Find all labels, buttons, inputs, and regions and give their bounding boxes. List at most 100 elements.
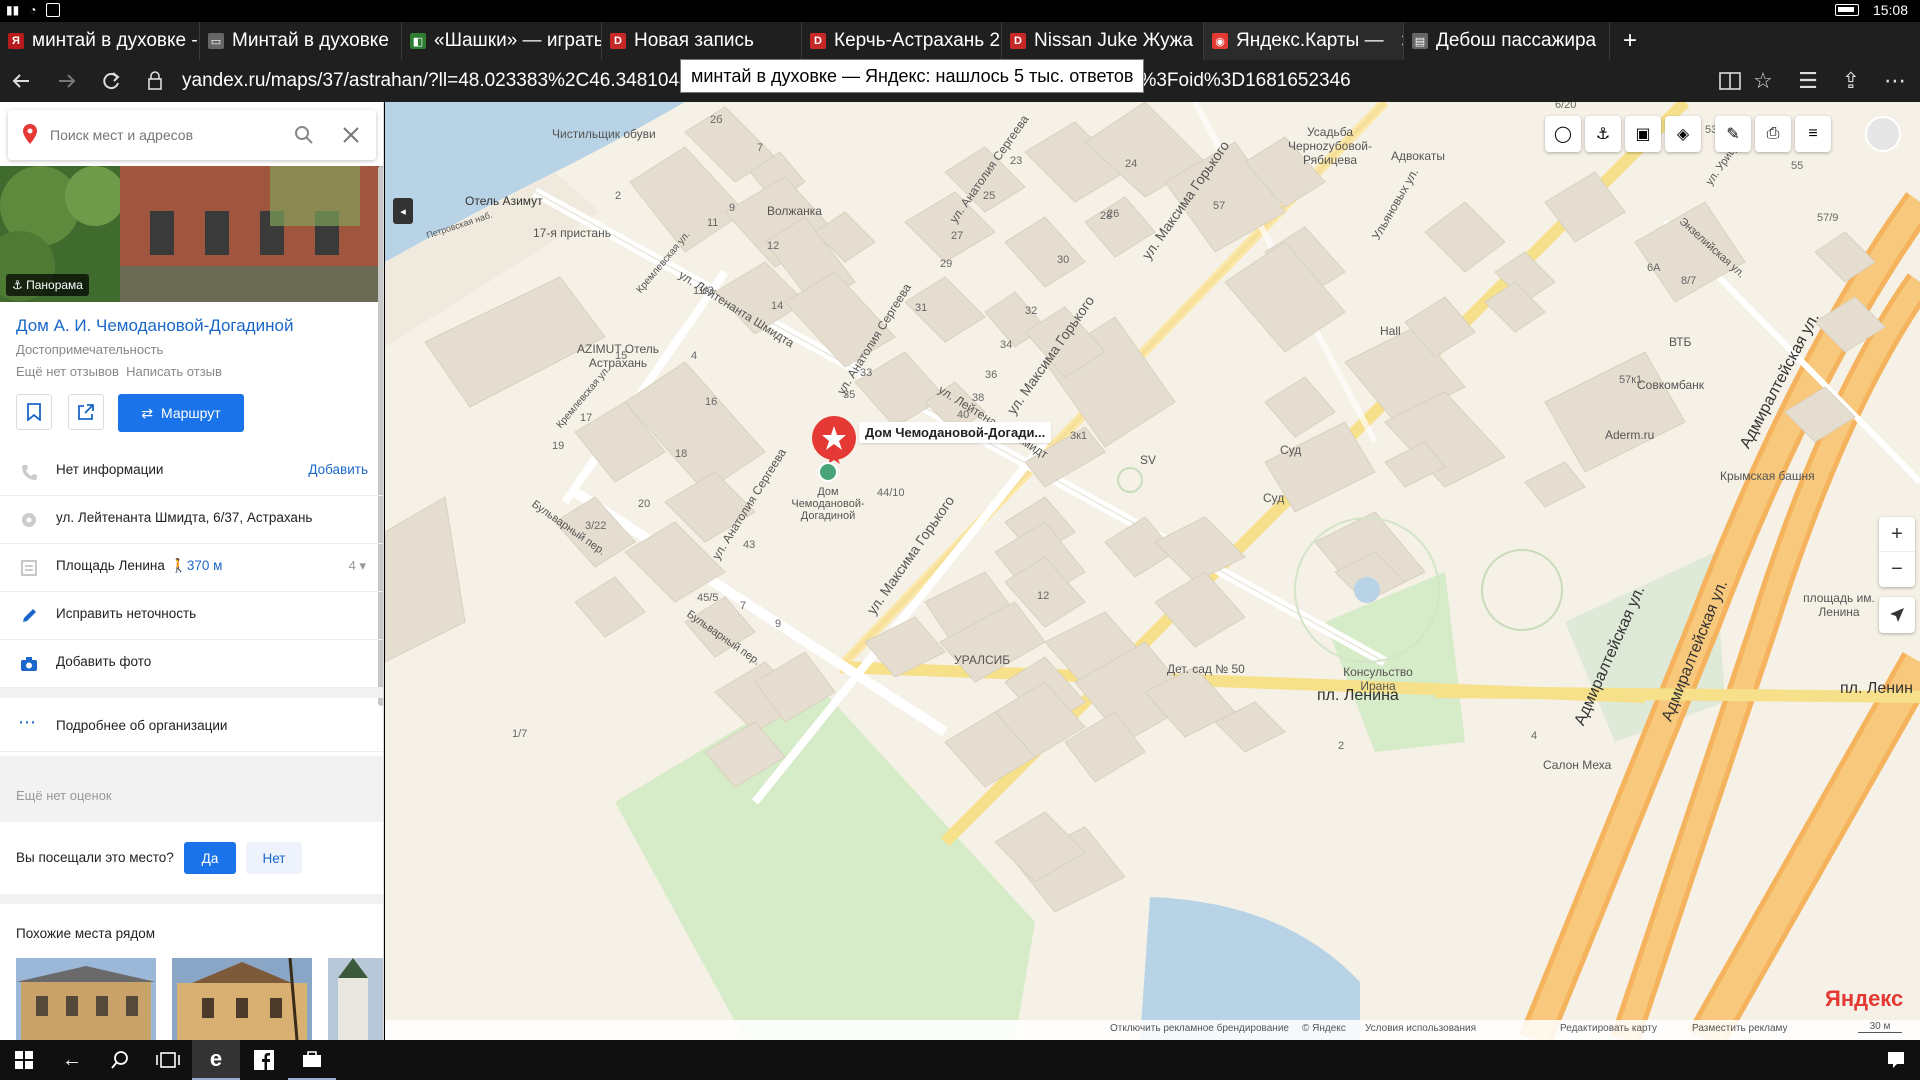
poi-label[interactable]: Волжанка [767, 204, 822, 218]
house-number: 16 [705, 396, 718, 408]
tab-8[interactable]: ▤ Дебош пассажира [1404, 22, 1610, 60]
facebook-app[interactable] [240, 1040, 288, 1080]
task-view-button[interactable] [144, 1040, 192, 1080]
search-icon[interactable] [294, 125, 314, 145]
poi-label[interactable]: ВТБ [1669, 335, 1691, 349]
share-icon[interactable]: ⇪ [1836, 66, 1866, 96]
poi-label[interactable]: Салон Меха [1543, 758, 1611, 772]
house-number: 7 [757, 142, 764, 154]
forward-button[interactable] [52, 66, 82, 96]
close-icon[interactable] [342, 126, 360, 144]
ruler-button[interactable]: ✎ [1715, 116, 1751, 152]
poi-label[interactable]: Hall [1380, 324, 1401, 338]
similar-place-card[interactable] [16, 958, 156, 1040]
no-button[interactable]: Нет [246, 842, 302, 874]
tab-3[interactable]: ◧ «Шашки» — играть [402, 22, 602, 60]
yes-button[interactable]: Да [184, 842, 236, 874]
notifications-button[interactable] [1872, 1040, 1920, 1080]
traffic-button[interactable]: ◯ [1545, 116, 1581, 152]
poi-label[interactable]: Чистильщик обуви [552, 127, 656, 141]
panorama-badge[interactable]: ⚓ Панорама [6, 274, 89, 296]
yandex-logo[interactable]: Яндекс [1825, 986, 1903, 1012]
address-text[interactable]: ул. Лейтенанта Шмидта, 6/37, Астрахань [56, 510, 312, 525]
divider [0, 688, 383, 698]
tab-1[interactable]: Яминтай в духовке - [0, 22, 200, 60]
poi-label[interactable]: Усадьба Черноzубовой-Рябицева [1275, 125, 1385, 167]
marker-label[interactable]: Дом Чемодановой-Догади... [859, 422, 1052, 443]
tab-5[interactable]: D Керчь-Астрахань 2 [802, 22, 1002, 60]
panorama-icon: ⚓ [12, 278, 23, 292]
share-button[interactable] [68, 394, 104, 430]
poi-label[interactable]: УРАЛСИБ [954, 653, 1010, 667]
place-photo[interactable]: ⚓ Панорама [0, 166, 383, 302]
poi-label[interactable]: 17-я пристань [533, 226, 611, 240]
poi-label[interactable]: Дет. сад № 50 [1167, 662, 1245, 676]
map-canvas[interactable]: Чистильщик обуви Отель Азимут 17-я прист… [385, 102, 1920, 1040]
zoom-out-button[interactable]: − [1879, 552, 1915, 587]
scale-bar: 30 м [1858, 1021, 1902, 1033]
search-button[interactable] [96, 1040, 144, 1080]
divider [0, 894, 383, 904]
house-number: 3/22 [585, 520, 607, 532]
fix-row[interactable]: Исправить неточность [0, 592, 383, 640]
more-info-link[interactable]: Подробнее об организации [56, 718, 227, 733]
edge-app[interactable]: e [192, 1040, 240, 1080]
start-button[interactable] [0, 1040, 48, 1080]
similar-place-card[interactable] [328, 958, 383, 1040]
transport-button[interactable]: ▣ [1625, 116, 1661, 152]
reading-view-icon[interactable] [1715, 66, 1745, 96]
fix-link[interactable]: Исправить неточность [56, 606, 196, 621]
panorama-button[interactable]: ⚓ [1585, 116, 1621, 152]
menu-button[interactable]: ≡ [1795, 116, 1831, 152]
print-button[interactable]: ⎙ [1755, 116, 1791, 152]
add-photo-row[interactable]: Добавить фото [0, 640, 383, 688]
back-button[interactable]: ← [48, 1040, 96, 1080]
poi-label[interactable]: Дом Чемодановой- Догадиной [785, 486, 871, 522]
geolocation-button[interactable] [1879, 597, 1915, 633]
tab-7[interactable]: ◉Яндекс.Карты —✕ [1204, 22, 1404, 60]
more-info-row[interactable]: ⋯ Подробнее об организации [0, 700, 383, 752]
tab-4[interactable]: D Новая запись [602, 22, 802, 60]
bookmark-button[interactable] [16, 394, 52, 430]
disable-branding-link[interactable]: Отключить рекламное брендирование [1110, 1023, 1289, 1034]
bookmark-icon [27, 403, 41, 421]
add-phone-link[interactable]: Добавить [308, 462, 368, 477]
more-icon[interactable]: ⋯ [1880, 66, 1910, 96]
poi-label[interactable]: Крымская башня [1720, 469, 1815, 483]
zoom-in-button[interactable]: + [1879, 517, 1915, 552]
place-category: Достопримечательность [16, 342, 164, 357]
refresh-button[interactable] [96, 66, 126, 96]
search-input[interactable] [50, 122, 290, 148]
poi-label[interactable]: Совкомбанк [1637, 378, 1704, 392]
layers-button[interactable]: ◈ [1665, 116, 1701, 152]
back-button[interactable] [6, 66, 36, 96]
house-number: 33 [860, 367, 873, 379]
edit-map-link[interactable]: Редактировать карту [1560, 1023, 1657, 1034]
hub-icon[interactable]: ☰ [1793, 66, 1823, 96]
poi-label[interactable]: Адвокаты [1391, 149, 1445, 163]
write-review-link[interactable]: Написать отзыв [126, 364, 222, 379]
poi-label[interactable]: Aderm.ru [1605, 428, 1654, 442]
terms-link[interactable]: Условия использования [1365, 1023, 1476, 1034]
similar-place-card[interactable] [172, 958, 312, 1040]
poi-label[interactable]: Отель Азимут [465, 194, 543, 208]
place-title[interactable]: Дом А. И. Чемодановой-Догадиной [16, 316, 293, 336]
tab-2[interactable]: ▭ Минтай в духовке [200, 22, 402, 60]
collapse-panel-button[interactable]: ◂ [393, 198, 413, 224]
poi-label[interactable]: SV [1140, 453, 1156, 467]
poi-label[interactable]: площадь им. Ленина [1799, 591, 1879, 619]
new-tab-button[interactable]: + [1610, 22, 1650, 60]
tab-6[interactable]: D Nissan Juke Жужа [1002, 22, 1204, 60]
route-button[interactable]: ⇄ Маршрут [118, 394, 244, 432]
favorite-star-icon[interactable]: ☆ [1748, 66, 1778, 96]
poi-label[interactable]: Суд [1263, 491, 1284, 505]
advertise-link[interactable]: Разместить рекламу [1692, 1023, 1788, 1034]
add-photo-link[interactable]: Добавить фото [56, 654, 151, 669]
avatar[interactable] [1865, 116, 1901, 152]
transport-row[interactable]: Площадь Ленина 🚶370 м 4 ▾ [0, 544, 383, 592]
poi-label[interactable]: Суд [1280, 443, 1301, 457]
transport-count[interactable]: 4 ▾ [349, 558, 366, 574]
selected-place-marker[interactable] [810, 414, 860, 470]
store-app[interactable] [288, 1040, 336, 1080]
landmark-icon[interactable] [818, 462, 838, 482]
